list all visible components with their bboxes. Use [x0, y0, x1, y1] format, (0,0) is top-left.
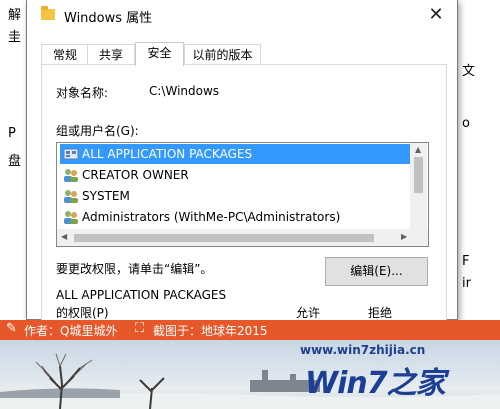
scroll-right-icon[interactable]: ▶ — [401, 232, 407, 241]
title-bar[interactable]: Windows 属性 ✕ — [27, 0, 457, 32]
group-name: CREATOR OWNER — [82, 168, 189, 182]
group-name: Administrators (WithMe-PC\Administrators… — [82, 210, 341, 224]
scrollbar-thumb[interactable] — [414, 157, 423, 193]
background-fragment: ir — [462, 276, 471, 291]
users-icon — [63, 167, 79, 183]
group-name: SYSTEM — [82, 189, 130, 203]
win7-logo: Win7之家 — [305, 366, 446, 401]
background-fragment: o — [462, 116, 470, 131]
groups-label: 组或用户名(G): — [56, 124, 139, 138]
background-fragment: 盘 — [8, 154, 22, 169]
author-text: 作者：Q城里城外 — [24, 324, 118, 338]
background-fragment: 圭 — [8, 30, 22, 45]
users-icon — [63, 188, 79, 204]
app-packages-icon — [63, 146, 79, 162]
list-item[interactable]: CREATOR OWNER — [60, 165, 412, 185]
permissions-label: 的权限(P) — [56, 306, 109, 320]
screenshot-text: 截图于：地球年2015 — [153, 324, 268, 338]
close-icon[interactable]: ✕ — [425, 4, 447, 26]
background-fragment: 文 — [462, 64, 476, 79]
change-hint: 要更改权限，请单击“编辑”。 — [56, 262, 213, 276]
object-name-label: 对象名称: — [56, 86, 109, 100]
horizontal-scrollbar[interactable]: ◀ ▶ — [57, 229, 428, 246]
allow-header: 允许 — [296, 306, 321, 320]
author-icon: ✎ — [6, 321, 17, 336]
deny-header: 拒绝 — [368, 306, 393, 320]
tab-security[interactable]: 安全 — [135, 42, 184, 66]
groups-listbox[interactable]: ALL APPLICATION PACKAGES CREATOR OWNER S… — [56, 142, 429, 247]
tab-sharing[interactable]: 共享 — [87, 44, 135, 65]
list-item[interactable]: SYSTEM — [60, 186, 412, 206]
background-fragment: 解 — [8, 8, 22, 23]
group-name: ALL APPLICATION PACKAGES — [82, 147, 253, 161]
dialog-title: Windows 属性 — [64, 11, 153, 26]
edit-button[interactable]: 编辑(E)... — [325, 257, 428, 286]
watermark-banner: ✎ 作者：Q城里城外 ⛶ 截图于：地球年2015 — [0, 320, 500, 340]
permissions-for-name: ALL APPLICATION PACKAGES — [56, 288, 227, 302]
list-item[interactable]: Administrators (WithMe-PC\Administrators… — [60, 207, 412, 227]
vertical-scrollbar[interactable]: ▲ — [410, 143, 427, 229]
background-fragment: P — [8, 126, 16, 141]
list-item[interactable]: ALL APPLICATION PACKAGES — [60, 144, 412, 164]
users-icon — [63, 209, 79, 225]
tab-general[interactable]: 常规 — [41, 44, 89, 65]
object-name-value: C:\Windows — [149, 84, 220, 98]
scroll-up-icon[interactable]: ▲ — [415, 145, 421, 154]
scrollbar-thumb[interactable] — [74, 234, 374, 242]
landscape-image: www.win7zhijia.cn Win7之家 — [0, 340, 500, 409]
scroll-left-icon[interactable]: ◀ — [61, 232, 67, 241]
folder-icon — [41, 6, 55, 20]
background-fragment: F — [462, 254, 470, 269]
screenshot-icon: ⛶ — [135, 321, 145, 336]
site-url: www.win7zhijia.cn — [300, 343, 426, 357]
tab-previous-versions[interactable]: 以前的版本 — [184, 44, 261, 65]
